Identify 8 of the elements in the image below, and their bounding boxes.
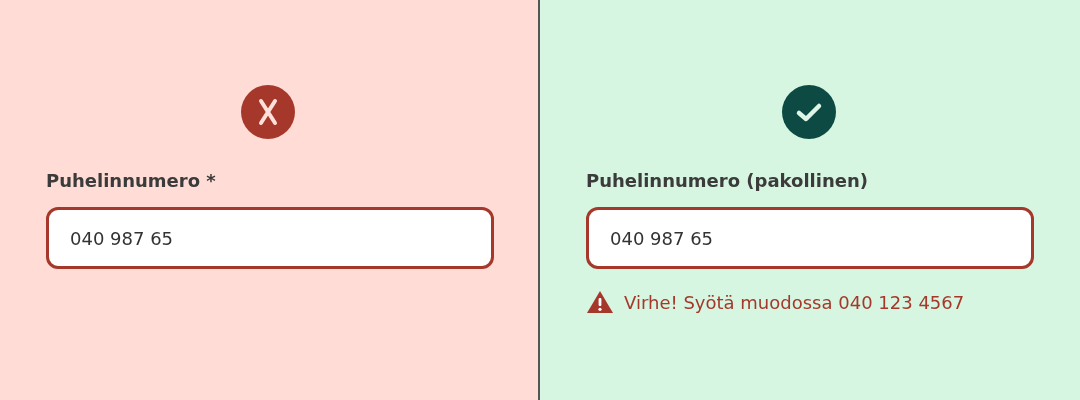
cross-icon (241, 85, 295, 139)
error-message: Virhe! Syötä muodossa 040 123 4567 (624, 291, 965, 313)
phone-input-field[interactable]: 040 987 65 (46, 207, 494, 269)
field-label: Puhelinnumero (pakollinen) (586, 170, 869, 192)
field-label: Puhelinnumero * (46, 170, 217, 192)
warning-icon (586, 290, 614, 314)
phone-input-field[interactable]: 040 987 65 (586, 207, 1034, 269)
checkmark-icon (782, 85, 836, 139)
